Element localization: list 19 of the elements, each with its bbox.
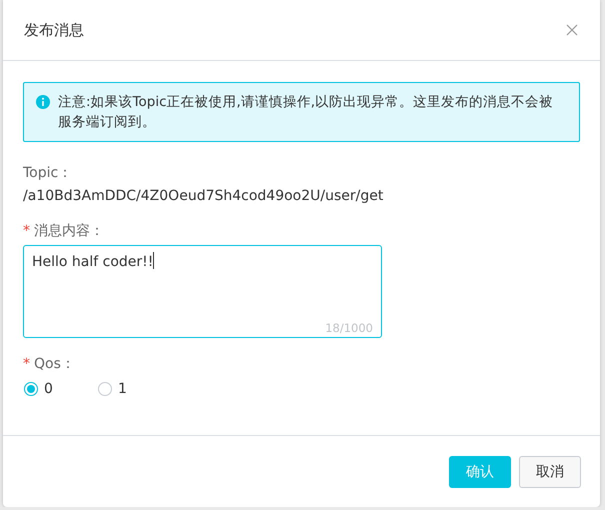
- dialog-title: 发布消息: [24, 20, 84, 40]
- text-cursor: [153, 252, 154, 269]
- alert-text: 注意:如果该Topic正在被使用,请谨慎操作,以防出现异常。这里发布的消息不会被服务端订阅到。: [58, 93, 554, 132]
- required-mark: *: [23, 223, 30, 239]
- radio-button[interactable]: [24, 382, 38, 396]
- radio-label[interactable]: 1: [118, 381, 127, 397]
- character-counter: 18/1000: [325, 321, 373, 335]
- cancel-button[interactable]: 取消: [519, 456, 581, 488]
- close-icon[interactable]: [566, 24, 578, 36]
- topic-value: /a10Bd3AmDDC/4Z0Oeud7Sh4cod49oo2U/user/get: [23, 188, 384, 204]
- message-label: 消息内容：: [34, 223, 104, 239]
- radio-button[interactable]: [98, 382, 112, 396]
- info-icon: [36, 95, 50, 109]
- message-text: Hello half coder!!: [32, 254, 154, 270]
- required-mark: *: [23, 356, 30, 372]
- radio-label[interactable]: 0: [44, 381, 53, 397]
- message-field[interactable]: Hello half coder!! 18/1000: [23, 245, 382, 338]
- topic-label: Topic：: [23, 164, 74, 182]
- qos-label: Qos：: [34, 356, 75, 372]
